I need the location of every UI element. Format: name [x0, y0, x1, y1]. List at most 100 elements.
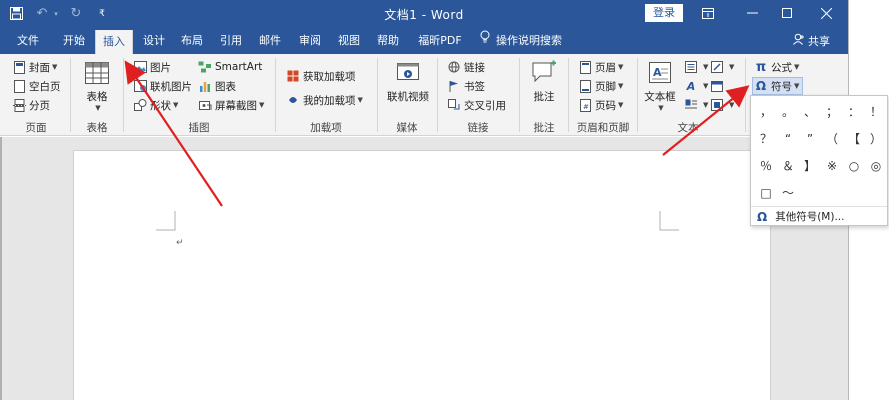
svg-text:#: #	[583, 103, 589, 111]
tab-file[interactable]: 文件	[8, 27, 48, 54]
chevron-down-icon: ▼	[794, 63, 800, 71]
my-addins-button[interactable]: 我的加载项 ▼	[286, 91, 363, 109]
symbol-cell[interactable]: ！	[865, 98, 887, 125]
chevron-down-icon: ▼	[618, 63, 624, 71]
symbol-cell[interactable]: 】	[799, 152, 821, 179]
tab-foxit-pdf[interactable]: 福昕PDF	[412, 27, 468, 54]
group-label-comments: 批注	[533, 122, 555, 134]
symbol-cell[interactable]: ○	[843, 152, 865, 179]
header-label: 页眉	[595, 61, 616, 74]
symbol-cell[interactable]: ？	[755, 125, 777, 152]
chart-button[interactable]: 图表	[198, 77, 236, 95]
tab-review[interactable]: 审阅	[292, 27, 328, 54]
group-label-addins: 加载项	[310, 122, 342, 134]
login-button[interactable]: 登录	[645, 4, 683, 22]
tab-insert[interactable]: 插入	[95, 30, 133, 54]
symbol-cell[interactable]: ，	[755, 98, 777, 125]
page-break-button[interactable]: 分页	[12, 96, 50, 114]
screenshot-button[interactable]: 屏幕截图 ▼	[198, 96, 264, 114]
symbol-cell[interactable]: ；	[821, 98, 843, 125]
wordart-icon: A	[686, 79, 696, 93]
chevron-down-icon: ▼	[618, 82, 624, 90]
get-addins-button[interactable]: 获取加载项	[286, 67, 356, 85]
signature-line-button[interactable]: ▼	[710, 58, 734, 76]
footer-label: 页脚	[595, 80, 616, 93]
my-addins-label: 我的加载项	[303, 94, 356, 107]
tab-help[interactable]: 帮助	[370, 27, 406, 54]
tab-home[interactable]: 开始	[54, 27, 94, 54]
blank-page-button[interactable]: 空白页	[12, 77, 61, 95]
object-button[interactable]: ▼	[710, 96, 734, 114]
smartart-button[interactable]: SmartArt	[198, 58, 262, 76]
tell-me-label: 操作说明搜索	[496, 34, 562, 47]
group-separator	[519, 58, 520, 132]
symbol-cell[interactable]: ％	[755, 152, 777, 179]
pi-icon: π	[755, 59, 767, 75]
online-picture-label: 联机图片	[150, 80, 192, 93]
symbol-grid: ， 。 、 ； ： ！ ？ “ ” （ 【 ） ％ ＆ 】 ※ ○ ◎ □ ～	[755, 98, 887, 206]
document-page[interactable]: ↵	[73, 150, 771, 400]
tab-mailings[interactable]: 邮件	[252, 27, 288, 54]
shapes-button[interactable]: 形状 ▼	[133, 96, 178, 114]
symbol-button[interactable]: Ω 符号 ▼	[752, 77, 804, 95]
new-comment-button[interactable]: 批注	[526, 60, 562, 104]
link-button[interactable]: 链接	[447, 58, 485, 76]
ribbon-tab-bar: 文件 开始 插入 设计 布局 引用 邮件 审阅 视图 帮助 福昕PDF 操作说明…	[0, 27, 848, 54]
lightbulb-icon	[480, 27, 490, 54]
equation-button[interactable]: π 公式 ▼	[754, 58, 800, 76]
symbol-cell[interactable]: ）	[865, 125, 887, 152]
tab-references[interactable]: 引用	[213, 27, 249, 54]
cover-page-button[interactable]: 封面 ▼	[12, 58, 57, 76]
symbol-cell[interactable]: □	[755, 179, 777, 206]
chart-label: 图表	[215, 80, 236, 93]
minimize-icon[interactable]	[740, 3, 764, 23]
symbol-cell[interactable]: 。	[777, 98, 799, 125]
picture-button[interactable]: 图片	[133, 58, 171, 76]
tab-view[interactable]: 视图	[331, 27, 367, 54]
drop-cap-button[interactable]: ▼	[684, 96, 708, 114]
cross-reference-label: 交叉引用	[464, 99, 506, 112]
symbol-cell[interactable]: （	[821, 125, 843, 152]
group-label-pages: 页面	[25, 122, 47, 134]
ribbon-display-options-icon[interactable]	[696, 3, 720, 23]
symbol-cell[interactable]: ※	[821, 152, 843, 179]
tell-me-search[interactable]: 操作说明搜索	[480, 27, 562, 54]
symbol-cell[interactable]: ：	[843, 98, 865, 125]
textbox-icon: A	[649, 62, 671, 83]
more-symbols-button[interactable]: Ω 其他符号(M)...	[751, 206, 887, 226]
footer-button[interactable]: 页脚 ▼	[578, 77, 623, 95]
table-button[interactable]: 表格 ▼	[80, 60, 114, 112]
chevron-down-icon: ▼	[52, 63, 58, 71]
symbol-cell[interactable]: 【	[843, 125, 865, 152]
close-icon[interactable]	[814, 3, 838, 23]
quick-parts-button[interactable]: ▼	[684, 58, 708, 76]
header-button[interactable]: 页眉 ▼	[578, 58, 623, 76]
screenshot-label: 屏幕截图	[215, 99, 257, 112]
chevron-down-icon: ▼	[259, 101, 265, 109]
header-icon	[578, 60, 592, 74]
share-button[interactable]: 共享	[793, 27, 830, 54]
tab-design[interactable]: 设计	[136, 27, 172, 54]
online-picture-button[interactable]: 联机图片	[133, 77, 192, 95]
page-number-button[interactable]: # 页码 ▼	[578, 96, 623, 114]
online-video-button[interactable]: 联机视频	[382, 60, 434, 104]
group-separator	[637, 58, 638, 132]
svg-text:A: A	[653, 66, 662, 79]
bookmark-button[interactable]: 书签	[447, 77, 485, 95]
maximize-icon[interactable]	[775, 3, 799, 23]
date-time-button[interactable]	[710, 77, 727, 95]
page-number-label: 页码	[595, 99, 616, 112]
page-break-icon	[12, 98, 26, 112]
symbol-cell[interactable]: ～	[777, 179, 799, 206]
tab-layout[interactable]: 布局	[174, 27, 210, 54]
wordart-button[interactable]: A ▼	[684, 77, 709, 95]
cross-reference-button[interactable]: 交叉引用	[447, 96, 506, 114]
symbol-cell[interactable]: ”	[799, 125, 821, 152]
online-picture-icon	[133, 79, 147, 93]
symbol-cell[interactable]: ＆	[777, 152, 799, 179]
textbox-button[interactable]: A 文本框 ▼	[642, 60, 678, 112]
symbol-cell[interactable]: ◎	[865, 152, 887, 179]
symbol-cell[interactable]: 、	[799, 98, 821, 125]
symbol-cell[interactable]: “	[777, 125, 799, 152]
picture-icon	[133, 60, 147, 74]
